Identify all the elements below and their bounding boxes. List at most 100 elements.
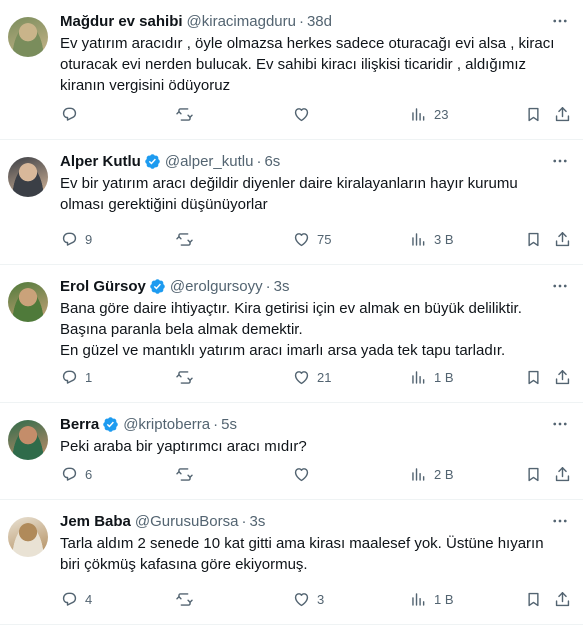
share-button[interactable] [553,463,572,485]
likes-count: 21 [317,369,332,385]
tweet-actions: 4 3 1 B [0,576,583,624]
author-handle[interactable]: @kiracimagduru [187,13,296,30]
likes-count: 3 [317,591,325,607]
views-button[interactable]: 2 B [409,463,454,485]
bookmark-button[interactable] [524,228,543,250]
more-icon[interactable] [551,277,569,295]
author-name[interactable]: Alper Kutlu [60,153,141,170]
tweet-header: Jem Baba @GurusuBorsa · 3s [60,510,571,532]
separator-dot: · [256,152,262,170]
tweet-body: Mağdur ev sahibi @kiracimagduru · 38d Ev yat… [60,10,571,96]
like-button[interactable]: 3 [292,588,324,610]
timestamp[interactable]: 38d [307,13,332,30]
views-button[interactable]: 1 B [409,366,454,388]
reply-button[interactable]: 6 [60,463,92,485]
tweet[interactable]: Jem Baba @GurusuBorsa · 3s Tarla aldım 2 sen… [0,500,583,625]
likes-count: 75 [317,231,332,247]
views-icon [409,105,428,124]
tweet-header: Berra @kriptoberra · 5s [60,413,571,435]
retweet-button[interactable] [175,103,200,125]
tweet-body: Erol Gürsoy @erolgursoyy · 3s Bana göre dair… [60,275,571,361]
tweet-header: Mağdur ev sahibi @kiracimagduru · 38d [60,10,571,32]
avatar[interactable] [8,157,48,197]
tweet-header: Alper Kutlu @alper_kutlu · 6s [60,150,571,172]
reply-icon [60,368,79,387]
views-button[interactable]: 1 B [409,588,454,610]
like-button[interactable] [292,463,317,485]
share-button[interactable] [553,103,572,125]
timestamp[interactable]: 3s [274,278,290,295]
views-button[interactable]: 3 B [409,228,454,250]
bookmark-button[interactable] [524,463,543,485]
share-button[interactable] [553,588,572,610]
share-button[interactable] [553,228,572,250]
reply-button[interactable] [60,103,85,125]
reply-icon [60,105,79,124]
tweet-body: Jem Baba @GurusuBorsa · 3s Tarla aldım 2 sen… [60,510,571,575]
share-icon [553,230,572,249]
views-button[interactable]: 23 [409,103,448,125]
author-handle[interactable]: @GurusuBorsa [135,513,239,530]
reply-button[interactable]: 1 [60,366,92,388]
retweet-button[interactable] [175,366,200,388]
retweet-button[interactable] [175,228,200,250]
timestamp[interactable]: 6s [264,153,280,170]
heart-icon [292,230,311,249]
author-name[interactable]: Erol Gürsoy [60,278,146,295]
avatar[interactable] [8,517,48,557]
author-name[interactable]: Jem Baba [60,513,131,530]
timestamp[interactable]: 5s [221,416,237,433]
retweet-button[interactable] [175,463,200,485]
replies-count: 1 [85,369,93,385]
reply-icon [60,230,79,249]
retweet-icon [175,105,194,124]
bookmark-icon [524,465,543,484]
author-handle[interactable]: @kriptoberra [123,416,210,433]
retweet-button[interactable] [175,588,200,610]
reply-button[interactable]: 4 [60,588,92,610]
timestamp[interactable]: 3s [249,513,265,530]
tweet[interactable]: Alper Kutlu @alper_kutlu · 6s Ev bir yatırım… [0,140,583,265]
author-handle[interactable]: @erolgursoyy [170,278,263,295]
tweet-body: Alper Kutlu @alper_kutlu · 6s Ev bir yatırım… [60,150,571,215]
share-button[interactable] [553,366,572,388]
retweet-icon [175,230,194,249]
more-icon[interactable] [551,512,569,530]
reply-button[interactable]: 9 [60,228,92,250]
tweet[interactable]: Erol Gürsoy @erolgursoyy · 3s Bana göre dair… [0,265,583,403]
avatar[interactable] [8,17,48,57]
tweet-feed: Mağdur ev sahibi @kiracimagduru · 38d Ev yat… [0,0,583,625]
like-button[interactable]: 21 [292,366,331,388]
more-icon[interactable] [551,12,569,30]
share-icon [553,368,572,387]
reply-icon [60,465,79,484]
avatar[interactable] [8,282,48,322]
bookmark-button[interactable] [524,366,543,388]
author-name[interactable]: Berra [60,416,99,433]
separator-dot: · [265,277,271,295]
like-button[interactable]: 75 [292,228,331,250]
tweet-actions: 6 2 B [0,451,583,499]
views-count: 1 B [434,591,454,607]
more-icon[interactable] [551,152,569,170]
tweet[interactable]: Berra @kriptoberra · 5s Peki araba bir yaptı… [0,403,583,500]
share-icon [553,465,572,484]
separator-dot: · [213,415,219,433]
author-name[interactable]: Mağdur ev sahibi [60,13,183,30]
heart-icon [292,590,311,609]
bookmark-button[interactable] [524,103,543,125]
views-count: 3 B [434,231,454,247]
bookmark-button[interactable] [524,588,543,610]
retweet-icon [175,368,194,387]
share-icon [553,590,572,609]
tweet-text: Bana göre daire ihtiyaçtır. Kira getiris… [60,300,522,359]
views-icon [409,230,428,249]
like-button[interactable] [292,103,317,125]
tweet[interactable]: Mağdur ev sahibi @kiracimagduru · 38d Ev yat… [0,0,583,140]
separator-dot: · [298,12,304,30]
bookmark-icon [524,230,543,249]
more-icon[interactable] [551,415,569,433]
share-icon [553,105,572,124]
author-handle[interactable]: @alper_kutlu [165,153,254,170]
tweet-text: Ev yatırım aracıdır , öyle olmazsa herke… [60,35,555,94]
